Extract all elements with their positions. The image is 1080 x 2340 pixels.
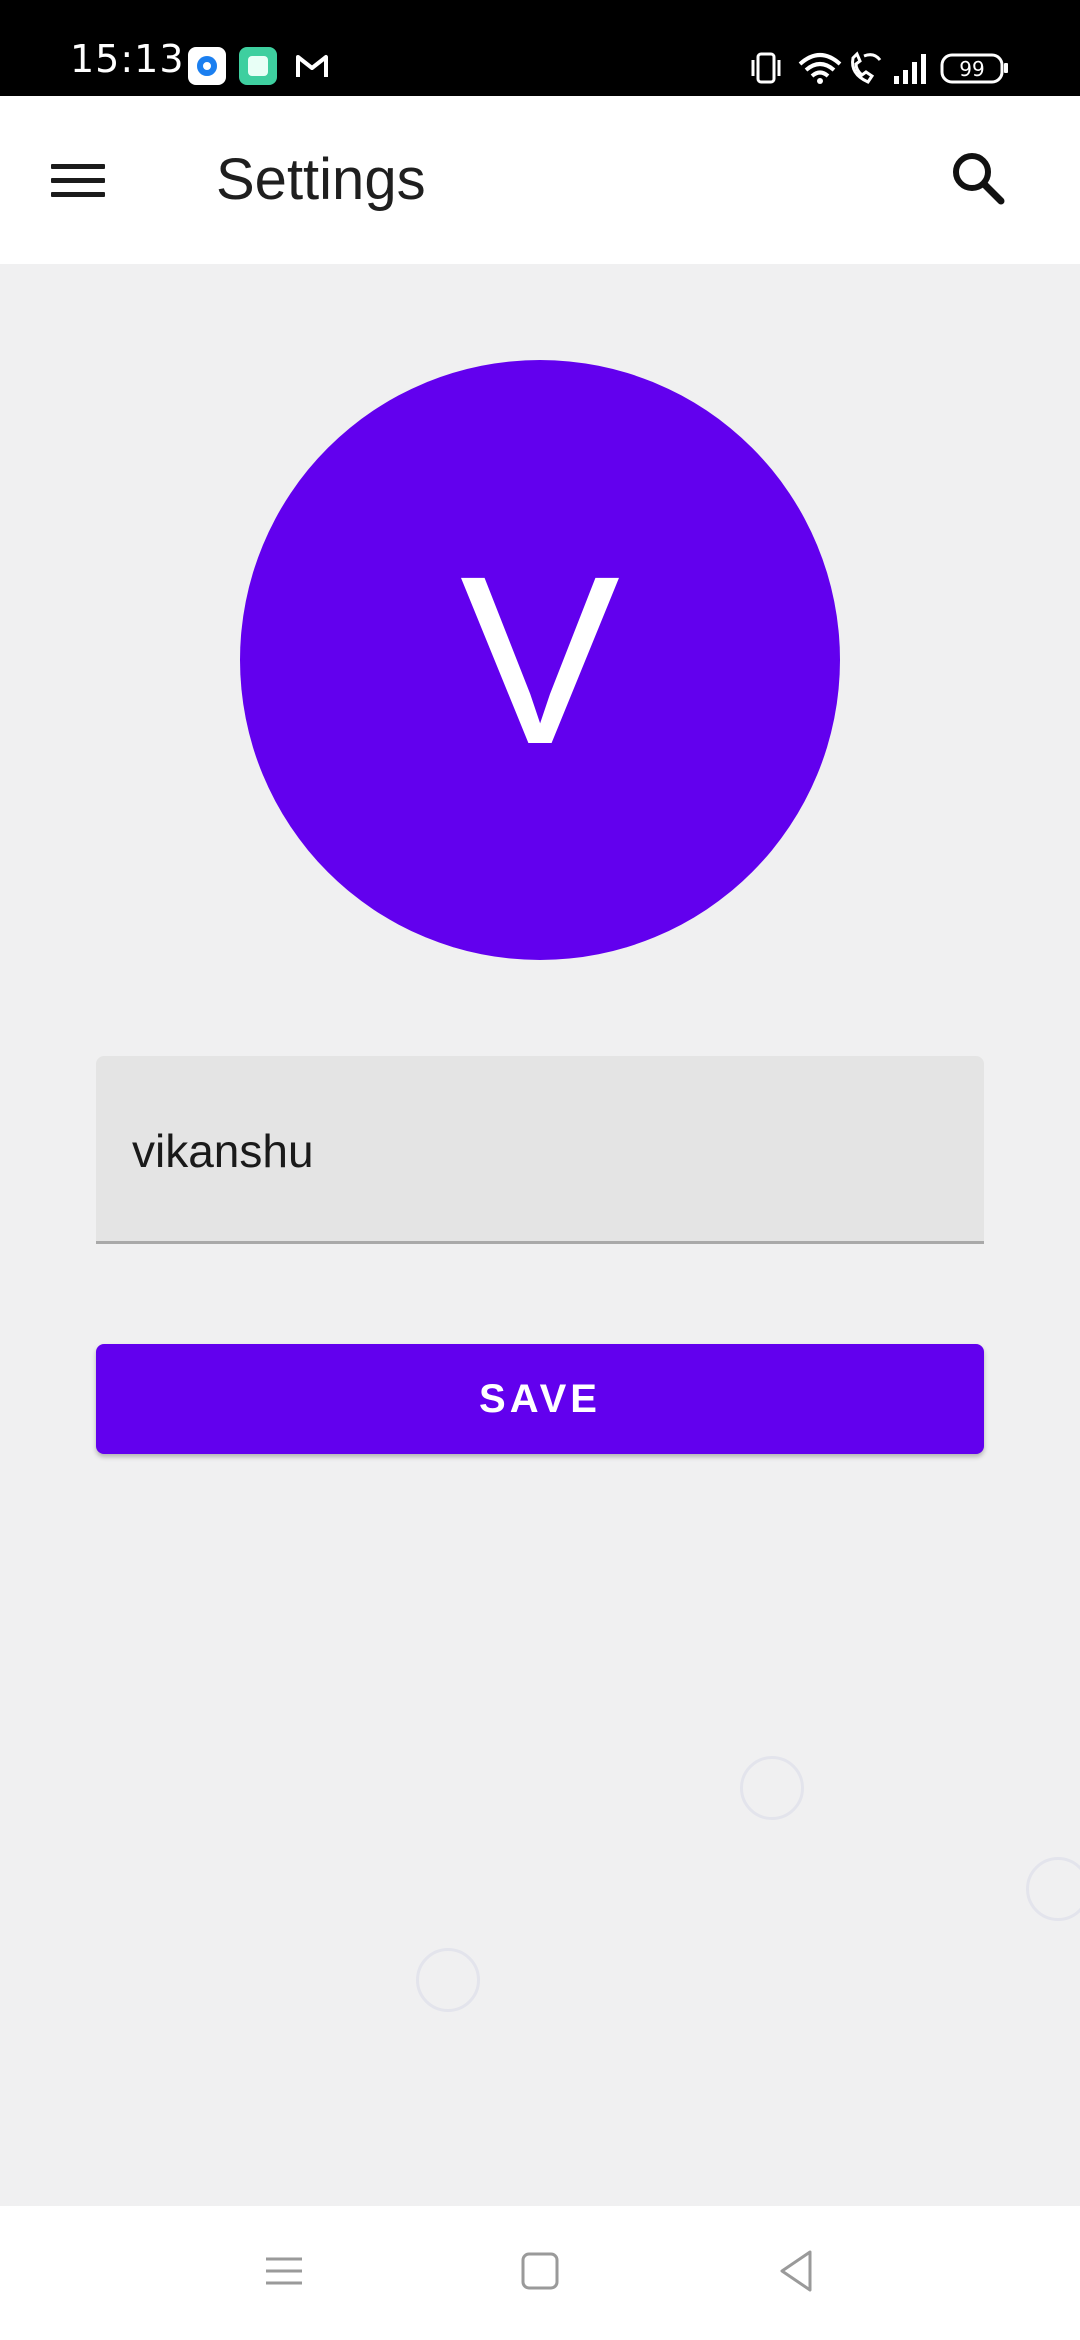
hamburger-menu-icon[interactable]: [48, 154, 108, 206]
touch-indicator: [740, 1756, 804, 1820]
app-green-icon: [239, 47, 277, 85]
wifi-calling-icon: [851, 51, 882, 84]
system-nav-bar: [0, 2206, 1080, 2340]
name-input-value: vikanshu: [132, 1125, 314, 1177]
home-icon[interactable]: [518, 2246, 562, 2301]
app-blue-icon: [188, 47, 226, 85]
wifi-icon: [798, 53, 842, 84]
system-icons: 99: [750, 48, 1020, 84]
avatar[interactable]: V: [240, 360, 840, 960]
signal-icon: [894, 54, 926, 84]
battery-icon: 99: [940, 53, 1008, 84]
back-icon[interactable]: [774, 2246, 818, 2301]
touch-indicator: [1026, 1857, 1080, 1921]
save-button[interactable]: SAVE: [96, 1344, 984, 1454]
touch-indicator: [416, 1948, 480, 2012]
avatar-letter: V: [459, 526, 621, 794]
page-title: Settings: [216, 147, 426, 212]
name-input[interactable]: vikanshu: [96, 1056, 984, 1244]
settings-screen: 15:13 99 Settings V vikanshu SAVE: [0, 0, 1080, 2340]
status-bar: 15:13 99: [0, 0, 1080, 96]
gmail-icon: [292, 47, 332, 85]
save-button-label: SAVE: [479, 1376, 601, 1421]
battery-level: 99: [959, 57, 984, 81]
status-time: 15:13: [70, 37, 185, 81]
vibrate-icon: [751, 52, 781, 84]
app-bar: Settings: [0, 96, 1080, 264]
recents-icon[interactable]: [262, 2246, 306, 2301]
search-icon[interactable]: [948, 148, 1008, 208]
